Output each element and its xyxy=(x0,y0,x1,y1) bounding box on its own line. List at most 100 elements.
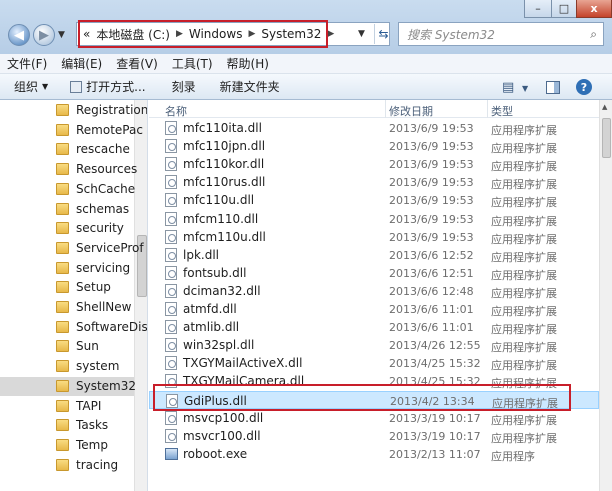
nav-folder-item[interactable]: Temp xyxy=(0,436,134,455)
nav-folder-label: System32 xyxy=(76,378,137,393)
file-modified-date: 2013/6/9 19:53 xyxy=(389,212,474,226)
file-row[interactable]: dciman32.dll 2013/6/6 12:48 应用程序扩展 xyxy=(149,282,599,300)
burn-button[interactable]: 刻录 xyxy=(172,78,196,95)
nav-folder-item[interactable]: Sun xyxy=(0,337,134,356)
folder-icon xyxy=(56,399,69,412)
open-with-button[interactable]: 打开方式... xyxy=(70,78,146,95)
file-row[interactable]: mfc110jpn.dll 2013/6/9 19:53 应用程序扩展 xyxy=(149,137,599,155)
folder-icon xyxy=(56,202,69,215)
dll-file-icon xyxy=(165,229,177,244)
nav-folder-item[interactable]: tracing xyxy=(0,456,134,475)
chevron-right-icon[interactable]: ▶ xyxy=(248,29,255,39)
address-bar[interactable]: « 本地磁盘 (C:) ▶ Windows ▶ System32 ▶ xyxy=(76,22,390,46)
folder-icon xyxy=(56,458,69,471)
nav-folder-item[interactable]: System32 xyxy=(0,376,137,396)
file-row[interactable]: atmlib.dll 2013/6/6 11:01 应用程序扩展 xyxy=(149,318,599,336)
organize-button[interactable]: 组织 ▼ xyxy=(14,78,48,95)
file-name: mfcm110u.dll xyxy=(183,229,266,244)
nav-folder-item[interactable]: Resources xyxy=(0,160,137,179)
file-row[interactable]: lpk.dll 2013/6/6 12:52 应用程序扩展 xyxy=(149,246,599,264)
back-button[interactable]: ◀ xyxy=(8,24,30,46)
column-type[interactable]: 类型 xyxy=(491,103,513,119)
file-type: 应用程序扩展 xyxy=(491,178,557,192)
open-with-icon xyxy=(70,80,83,93)
file-row[interactable]: TXGYMailActiveX.dll 2013/4/25 15:32 应用程序扩展 xyxy=(149,354,599,372)
file-row[interactable]: GdiPlus.dll 2013/4/2 13:34 应用程序扩展 xyxy=(149,390,599,410)
nav-folder-item[interactable]: Registration xyxy=(0,101,147,120)
preview-pane-icon[interactable] xyxy=(546,81,560,94)
recent-pages-dropdown[interactable]: ▼ xyxy=(58,30,65,40)
file-row[interactable]: win32spl.dll 2013/4/26 12:55 应用程序扩展 xyxy=(149,336,599,354)
close-button[interactable]: x xyxy=(576,0,612,18)
breadcrumb-windows[interactable]: Windows xyxy=(189,27,243,41)
nav-folder-item[interactable]: Setup xyxy=(0,278,134,297)
file-row[interactable]: msvcr100.dll 2013/3/19 10:17 应用程序扩展 xyxy=(149,427,599,445)
file-row[interactable]: mfcm110.dll 2013/6/9 19:53 应用程序扩展 xyxy=(149,210,599,228)
maximize-button[interactable]: □ xyxy=(551,0,577,18)
help-icon[interactable]: ? xyxy=(576,79,592,95)
forward-button[interactable]: ▶ xyxy=(33,24,55,46)
column-divider[interactable] xyxy=(385,100,386,118)
menu-file[interactable]: 文件(F) xyxy=(0,55,54,72)
nav-folder-item[interactable]: TAPI xyxy=(0,397,134,416)
view-dropdown-icon[interactable]: ▼ xyxy=(522,84,528,93)
nav-folder-item[interactable]: system xyxy=(0,357,134,376)
address-dropdown-icon[interactable]: ▼ xyxy=(358,29,365,39)
scroll-up-icon[interactable]: ▲ xyxy=(602,103,607,111)
search-icon[interactable]: ⌕ xyxy=(590,27,597,42)
file-row[interactable]: mfc110kor.dll 2013/6/9 19:53 应用程序扩展 xyxy=(149,155,599,173)
command-bar: 组织 ▼ 打开方式... 刻录 新建文件夹 ▤ ▼ ? xyxy=(0,74,612,100)
nav-folder-item[interactable]: security xyxy=(0,219,134,238)
nav-folder-label: SchCache xyxy=(76,181,136,196)
file-row[interactable]: roboot.exe 2013/2/13 11:07 应用程序 xyxy=(149,445,599,463)
file-list-scrollbar[interactable]: ▲ xyxy=(599,100,612,491)
file-row[interactable]: msvcp100.dll 2013/3/19 10:17 应用程序扩展 xyxy=(149,409,599,427)
menu-edit[interactable]: 编辑(E) xyxy=(54,55,109,72)
file-row[interactable]: mfc110rus.dll 2013/6/9 19:53 应用程序扩展 xyxy=(149,173,599,191)
menu-view[interactable]: 查看(V) xyxy=(109,55,165,72)
minimize-button[interactable]: – xyxy=(524,0,552,18)
burn-label: 刻录 xyxy=(171,80,196,94)
change-view-icon[interactable]: ▤ xyxy=(502,80,514,95)
nav-folder-item[interactable]: SoftwareDis xyxy=(0,318,147,337)
file-modified-date: 2013/4/25 15:32 xyxy=(389,375,481,389)
breadcrumb-drive[interactable]: 本地磁盘 (C:) xyxy=(96,26,170,43)
breadcrumb-system32[interactable]: System32 xyxy=(261,27,321,41)
nav-folder-item[interactable]: ServiceProf xyxy=(0,239,144,258)
file-modified-date: 2013/6/6 12:48 xyxy=(389,284,474,298)
nav-folder-item[interactable]: SchCache xyxy=(0,180,136,199)
file-scroll-thumb[interactable] xyxy=(602,118,611,158)
column-name[interactable]: 名称 xyxy=(165,103,187,119)
nav-folder-item[interactable]: Tasks xyxy=(0,416,134,435)
file-row[interactable]: mfc110u.dll 2013/6/9 19:53 应用程序扩展 xyxy=(149,191,599,209)
nav-folder-item[interactable]: schemas xyxy=(0,200,134,219)
column-divider[interactable] xyxy=(487,100,488,118)
file-row[interactable]: TXGYMailCamera.dll 2013/4/25 15:32 应用程序扩展 xyxy=(149,372,599,390)
menu-help[interactable]: 帮助(H) xyxy=(220,55,276,72)
file-type: 应用程序 xyxy=(491,449,535,463)
file-type: 应用程序扩展 xyxy=(491,268,557,282)
file-row[interactable]: mfc110ita.dll 2013/6/9 19:53 应用程序扩展 xyxy=(149,119,599,137)
nav-scrollbar[interactable] xyxy=(134,100,147,491)
chevron-right-icon[interactable]: ▶ xyxy=(176,29,183,39)
forward-arrow-icon: ▶ xyxy=(39,27,49,43)
column-date[interactable]: 修改日期 xyxy=(389,103,433,119)
file-row[interactable]: atmfd.dll 2013/6/6 11:01 应用程序扩展 xyxy=(149,300,599,318)
folder-icon xyxy=(56,301,69,313)
refresh-button[interactable]: ⇆ xyxy=(374,24,392,44)
nav-folder-item[interactable]: ShellNew xyxy=(0,298,134,317)
chevron-right-icon[interactable]: ▶ xyxy=(327,29,334,39)
nav-folder-item[interactable]: servicing xyxy=(0,259,134,278)
nav-folder-label: ShellNew xyxy=(76,300,132,314)
menu-tools[interactable]: 工具(T) xyxy=(165,55,220,72)
nav-folder-item[interactable]: rescache xyxy=(0,140,134,159)
file-name: lpk.dll xyxy=(183,247,219,262)
new-folder-button[interactable]: 新建文件夹 xyxy=(220,78,280,95)
file-row[interactable]: mfcm110u.dll 2013/6/9 19:53 应用程序扩展 xyxy=(149,228,599,246)
file-type: 应用程序扩展 xyxy=(491,341,557,355)
file-type: 应用程序扩展 xyxy=(491,250,557,264)
breadcrumb-overflow-icon[interactable]: « xyxy=(83,27,90,41)
nav-folder-item[interactable]: RemotePac xyxy=(0,121,143,140)
search-input[interactable]: 搜索 System32 ⌕ xyxy=(398,22,604,46)
file-row[interactable]: fontsub.dll 2013/6/6 12:51 应用程序扩展 xyxy=(149,264,599,282)
